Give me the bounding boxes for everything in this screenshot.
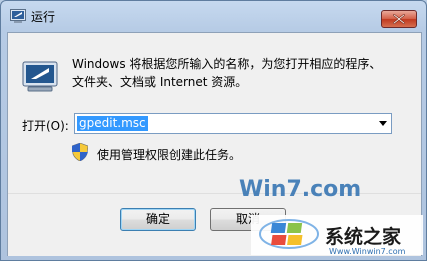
admin-note: 使用管理权限创建此任务。 xyxy=(97,148,242,162)
dropdown-arrow-icon[interactable] xyxy=(379,121,387,126)
watermark-brand: Win7.com xyxy=(239,177,362,202)
title-bar[interactable]: 运行 xyxy=(1,1,427,31)
ok-button[interactable]: 确定 xyxy=(120,208,196,231)
description-text: Windows 将根据您所输入的名称，为您打开相应的程序、 文件夹、文档或 In… xyxy=(72,55,412,91)
open-label: 打开(O): xyxy=(22,119,69,133)
run-program-icon xyxy=(22,61,58,92)
close-icon xyxy=(393,14,405,24)
close-button[interactable] xyxy=(381,10,417,28)
watermark-site-name: 系统之家 xyxy=(325,226,402,248)
open-input[interactable]: gpedit.msc xyxy=(77,116,148,131)
description-line: 文件夹、文档或 Internet 资源。 xyxy=(72,75,248,89)
run-dialog-window: 运行 Windows 将根据您所输入的名称，为您打开相应的程序、 文件夹、文档或… xyxy=(0,0,427,261)
uac-shield-icon xyxy=(72,143,88,161)
run-icon xyxy=(10,9,26,23)
open-combobox[interactable]: gpedit.msc xyxy=(74,113,392,134)
description-line: Windows 将根据您所输入的名称，为您打开相应的程序、 xyxy=(72,57,382,71)
windows-logo-icon xyxy=(259,219,319,249)
watermark-url: Www.Winwin7.com xyxy=(329,247,406,256)
window-title: 运行 xyxy=(31,10,56,24)
